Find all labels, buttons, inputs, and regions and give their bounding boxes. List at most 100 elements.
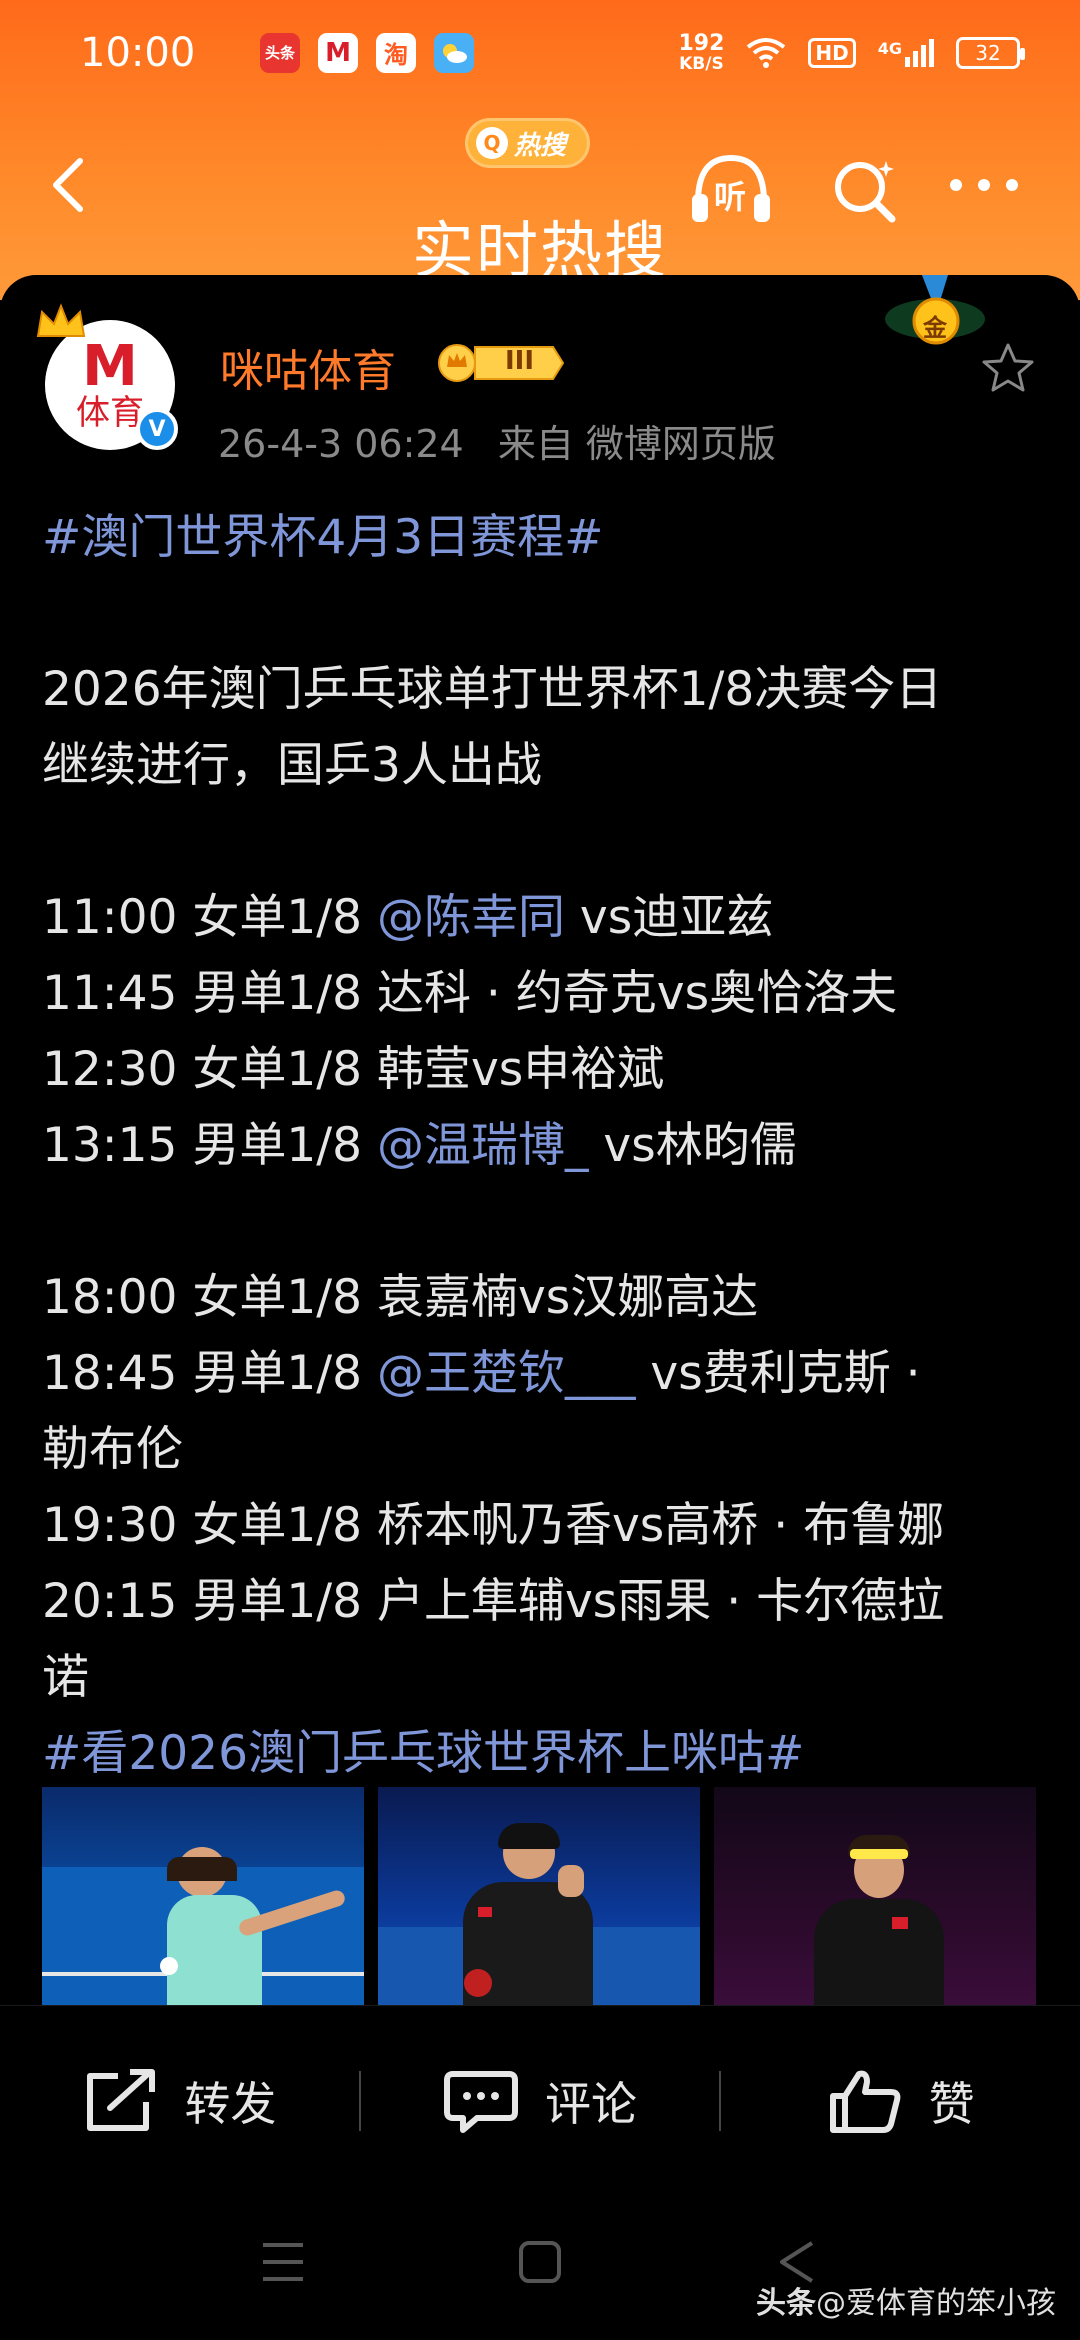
image-gallery (42, 1787, 1038, 2005)
net-speed-unit: KB/S (679, 53, 724, 74)
dot-icon (950, 179, 962, 191)
battery-level: 32 (975, 40, 1001, 65)
more-options-button[interactable] (950, 170, 1030, 200)
mention-link[interactable]: @温瑞博_ (377, 1118, 589, 1173)
favorite-star-icon[interactable] (978, 339, 1038, 399)
post-meta: 26-4-3 06:24 来自 微博网页版 (218, 413, 776, 468)
post-line (42, 1184, 1042, 1260)
repost-button[interactable]: 转发 (0, 2068, 359, 2134)
post-timestamp: 26-4-3 06:24 (218, 422, 464, 466)
mention-link[interactable]: @陈幸同 (377, 890, 565, 945)
search-icon[interactable] (830, 155, 900, 225)
dot-icon (1006, 179, 1018, 191)
thumbs-up-icon (829, 2070, 901, 2133)
crown-icon (36, 303, 86, 337)
cell-signal-icon: 4G (877, 38, 934, 67)
dot-icon (978, 179, 990, 191)
post-text: 继续进行，国乒3人出战 (42, 738, 542, 793)
post-text: 诺 (42, 1650, 89, 1705)
post-line: 19:30 女单1/8 桥本帆乃香vs高桥 · 布鲁娜 (42, 1488, 1042, 1564)
post-text: 11:00 女单1/8 (42, 890, 377, 945)
watermark-brand: 头条 (756, 2286, 816, 2321)
vip-level-badge (438, 344, 565, 382)
net-speed-value: 192 (678, 30, 725, 56)
author-name[interactable]: 咪咕体育 (220, 335, 396, 399)
post-text: 18:45 男单1/8 (42, 1346, 377, 1401)
status-indicators: 192 KB/S HD 4G 32 (678, 30, 1025, 74)
post-text: 11:45 男单1/8 达科 · 约奇克vs奥恰洛夫 (42, 966, 898, 1021)
comment-button[interactable]: 评论 (361, 2068, 720, 2134)
post-line (42, 576, 1042, 652)
post-line: #澳门世界杯4月3日赛程# (42, 500, 1042, 576)
hashtag-link[interactable]: #澳门世界杯4月3日赛程# (42, 510, 604, 565)
comment-label: 评论 (545, 2076, 637, 2131)
comment-icon (444, 2070, 518, 2133)
post-text: 2026年澳门乒乓球单打世界杯1/8决赛今日 (42, 662, 943, 717)
gold-medal-label: 金 (923, 314, 947, 342)
post-text: vs迪亚兹 (564, 890, 774, 945)
post-source: 来自 微博网页版 (497, 422, 776, 466)
author-avatar[interactable]: M 体育 V (36, 303, 180, 450)
status-app-icons: 头条 M 淘 (260, 32, 474, 73)
network-type: 4G (877, 38, 902, 58)
watermark-author: @爱体育的笨小孩 (816, 2286, 1056, 2321)
post-line: 诺 (42, 1640, 1042, 1716)
mention-link[interactable]: @王楚钦___ (377, 1346, 636, 1401)
player-photo-2[interactable] (378, 1787, 700, 2005)
post-text: 20:15 男单1/8 户上隼辅vs雨果 · 卡尔德拉 (42, 1574, 945, 1629)
taobao-app-icon: 淘 (376, 32, 416, 73)
post-text: 12:30 女单1/8 韩莹vs申裕斌 (42, 1042, 665, 1097)
status-time: 10:00 (80, 29, 196, 76)
hd-badge: HD (808, 37, 856, 68)
home-nav-icon[interactable] (515, 2237, 565, 2287)
post-line: #看2026澳门乒乓球世界杯上咪咕# (42, 1716, 1042, 1792)
hot-search-badge: Q 热搜 (465, 118, 590, 168)
post-text: 13:15 男单1/8 (42, 1118, 377, 1173)
share-icon (87, 2068, 156, 2131)
post-line: 11:45 男单1/8 达科 · 约奇克vs奥恰洛夫 (42, 956, 1042, 1032)
player-photo-3[interactable] (714, 1787, 1036, 2005)
migu-app-icon: M (318, 32, 358, 73)
status-bar: 10:00 头条 M 淘 192 KB/S HD 4G 32 (0, 0, 1080, 105)
post-content: #澳门世界杯4月3日赛程# 2026年澳门乒乓球单打世界杯1/8决赛今日 继续进行，… (42, 500, 1042, 1792)
post-text: vs林昀儒 (588, 1118, 797, 1173)
post-text: 19:30 女单1/8 桥本帆乃香vs高桥 · 布鲁娜 (42, 1498, 945, 1553)
post-line: 继续进行，国乒3人出战 (42, 728, 1042, 804)
repost-label: 转发 (184, 2076, 277, 2131)
header: 10:00 头条 M 淘 192 KB/S HD 4G 32 Q 热搜 实时热搜… (0, 0, 1080, 300)
player-photo-1[interactable] (42, 1787, 364, 2005)
wifi-icon (747, 37, 786, 68)
hot-search-icon: Q (476, 127, 508, 159)
listen-label: 听 (714, 178, 747, 216)
hashtag-link[interactable]: #看2026澳门乒乓球世界杯上咪咕# (42, 1726, 804, 1781)
verified-badge-icon: V (136, 408, 178, 450)
listen-button[interactable]: 听 (688, 150, 774, 230)
like-button[interactable]: 赞 (721, 2068, 1080, 2134)
weather-app-icon (434, 32, 474, 73)
network-speed: 192 KB/S (678, 30, 725, 74)
post-text: vs费利克斯 · (635, 1346, 921, 1401)
post-text: 勒布伦 (42, 1422, 183, 1477)
post-card: M 体育 V 咪咕体育 III 26-4-3 06:24 来自 微博网页版 金 … (0, 275, 1080, 2005)
action-bar: 转发 评论 赞 (0, 2005, 1080, 2195)
menu-nav-icon[interactable] (258, 2237, 308, 2287)
post-line (42, 804, 1042, 880)
post-line: 勒布伦 (42, 1412, 1042, 1488)
hot-search-label: 热搜 (514, 130, 567, 161)
post-line: 11:00 女单1/8 @陈幸同 vs迪亚兹 (42, 880, 1042, 956)
watermark: 头条@爱体育的笨小孩 (756, 2278, 1056, 2322)
post-text: 18:00 女单1/8 袁嘉楠vs汉娜高达 (42, 1270, 759, 1325)
avatar-logo-text: 体育 (76, 393, 144, 433)
vip-level-text: III (505, 346, 535, 376)
post-line: 2026年澳门乒乓球单打世界杯1/8决赛今日 (42, 652, 1042, 728)
like-label: 赞 (928, 2076, 975, 2131)
post-line: 20:15 男单1/8 户上隼辅vs雨果 · 卡尔德拉 (42, 1564, 1042, 1640)
post-line: 13:15 男单1/8 @温瑞博_ vs林昀儒 (42, 1108, 1042, 1184)
post-line: 18:45 男单1/8 @王楚钦___ vs费利克斯 · (42, 1336, 1042, 1412)
gold-medal-icon: 金 (880, 275, 990, 355)
post-line: 18:00 女单1/8 袁嘉楠vs汉娜高达 (42, 1260, 1042, 1336)
battery-indicator: 32 (956, 36, 1025, 69)
post-line: 12:30 女单1/8 韩莹vs申裕斌 (42, 1032, 1042, 1108)
toutiao-app-icon: 头条 (260, 32, 300, 73)
avatar-logo-m: M (82, 334, 138, 399)
